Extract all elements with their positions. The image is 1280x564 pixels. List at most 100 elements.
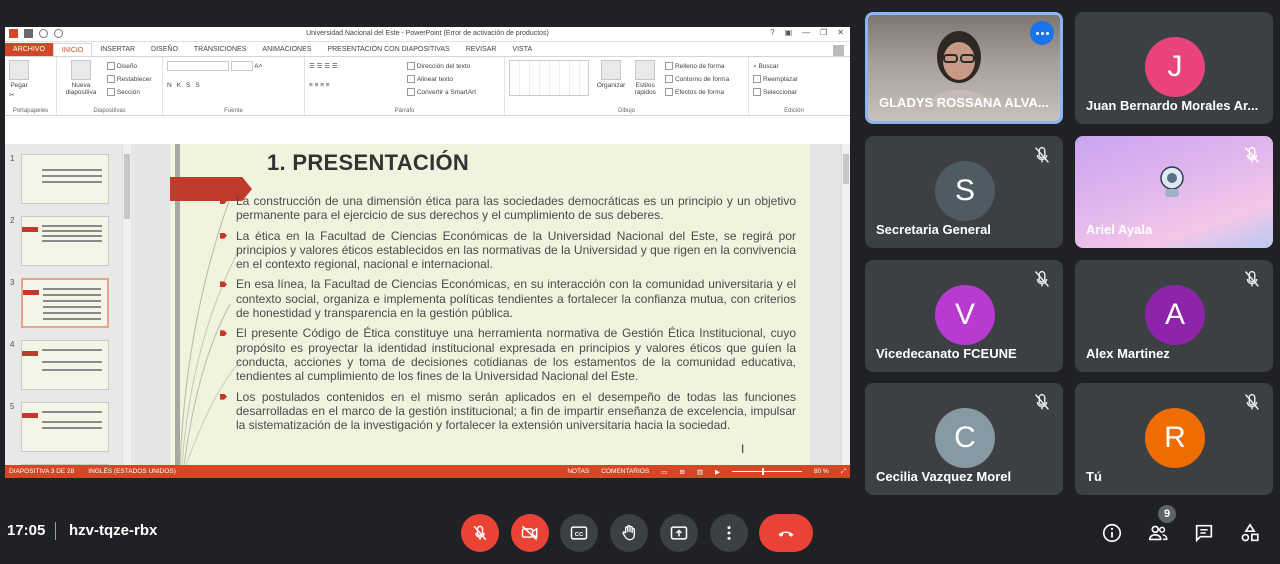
- tab-archivo[interactable]: ARCHIVO: [5, 43, 53, 56]
- hand-icon: [622, 525, 635, 541]
- notes-button[interactable]: NOTAS: [567, 468, 589, 475]
- underline-icon[interactable]: S: [186, 82, 195, 89]
- drawing-group-label: Dibujo: [617, 108, 635, 114]
- paste-label: Pegar: [10, 82, 28, 89]
- raise-hand-button[interactable]: [610, 514, 648, 552]
- participant-tile[interactable]: J Juan Bernardo Morales Ar...: [1075, 12, 1273, 124]
- shape-outline-button[interactable]: Contorno de forma: [664, 73, 730, 86]
- tab-transiciones[interactable]: TRANSICIONES: [186, 43, 255, 56]
- shape-outline-label: Contorno de forma: [674, 76, 730, 83]
- italic-icon[interactable]: K: [177, 82, 186, 89]
- shapes-gallery[interactable]: [509, 60, 589, 96]
- tab-vista[interactable]: VISTA: [504, 43, 540, 56]
- ribbon-display-icon[interactable]: ▣: [785, 28, 793, 37]
- leave-call-button[interactable]: [759, 514, 813, 552]
- participant-tile[interactable]: Ariel Ayala: [1075, 136, 1273, 248]
- select-button[interactable]: Seleccionar: [753, 86, 835, 99]
- text-direction-label: Dirección del texto: [416, 63, 471, 70]
- smartart-label: Convertir a SmartArt: [416, 89, 477, 96]
- slide-thumbnail[interactable]: [21, 154, 109, 204]
- mic-toggle-button[interactable]: [461, 514, 499, 552]
- layout-icon: [106, 62, 115, 71]
- svg-text:CC: CC: [575, 532, 584, 538]
- slide-thumbnail-selected[interactable]: [21, 278, 109, 328]
- thumbnails-scrollbar[interactable]: [122, 144, 131, 465]
- quick-styles-label: Estilos rápidos: [634, 82, 656, 96]
- layout-button[interactable]: Diseño: [106, 60, 152, 73]
- align-icons[interactable]: ≡ ≡ ≡ ≡: [309, 79, 405, 92]
- reset-label: Restablecer: [116, 76, 152, 83]
- slide-thumbnail[interactable]: [21, 216, 109, 266]
- comments-button[interactable]: COMENTARIOS: [601, 468, 649, 475]
- more-options-button[interactable]: [1030, 21, 1054, 45]
- shape-effects-label: Efectos de forma: [674, 89, 725, 96]
- participant-name: Tú: [1086, 469, 1102, 484]
- shape-effects-button[interactable]: Efectos de forma: [664, 86, 729, 99]
- participant-avatar: S: [935, 161, 995, 221]
- paste-button[interactable]: Pegar: [9, 60, 29, 89]
- font-size-select[interactable]: [230, 61, 253, 72]
- help-button[interactable]: ?: [770, 28, 774, 37]
- chat-button[interactable]: [1191, 520, 1217, 546]
- tab-diseno[interactable]: DISEÑO: [143, 43, 186, 56]
- participant-avatar: R: [1145, 408, 1205, 468]
- font-name-select[interactable]: [167, 61, 229, 72]
- cut-icon[interactable]: ✂: [9, 89, 52, 102]
- zoom-slider[interactable]: [731, 468, 802, 475]
- slide-thumbnail[interactable]: [21, 402, 109, 452]
- smartart-button[interactable]: Convertir a SmartArt: [406, 86, 477, 99]
- sorter-view-icon[interactable]: ⊞: [679, 468, 684, 476]
- tab-revisar[interactable]: REVISAR: [458, 43, 505, 56]
- arrange-label: Organizar: [596, 82, 626, 89]
- tab-animaciones[interactable]: ANIMACIONES: [254, 43, 319, 56]
- tab-inicio[interactable]: INICIO: [52, 43, 93, 56]
- meeting-details-button[interactable]: [1099, 520, 1125, 546]
- bold-icon[interactable]: N: [167, 82, 177, 89]
- slideshow-icon[interactable]: ▶: [715, 468, 720, 476]
- section-button[interactable]: Sección: [106, 86, 152, 99]
- fit-slide-icon[interactable]: ⤢: [841, 468, 846, 476]
- captions-button[interactable]: CC: [560, 514, 598, 552]
- zoom-level[interactable]: 80 %: [814, 468, 829, 475]
- account-avatar[interactable]: [833, 45, 844, 56]
- arrange-button[interactable]: Organizar: [596, 60, 626, 89]
- tab-insertar[interactable]: INSERTAR: [92, 43, 143, 56]
- tab-presentacion[interactable]: PRESENTACIÓN CON DIAPOSITIVAS: [319, 43, 457, 56]
- find-button[interactable]: ⌕ Buscar: [753, 60, 835, 73]
- camera-toggle-button[interactable]: [511, 514, 549, 552]
- grow-font-icon[interactable]: A˄: [254, 63, 262, 70]
- activities-button[interactable]: [1237, 520, 1263, 546]
- people-button[interactable]: [1145, 520, 1171, 546]
- participant-tile-self[interactable]: R Tú: [1075, 383, 1273, 495]
- new-slide-button[interactable]: Nueva diapositiva: [61, 60, 101, 96]
- text-direction-button[interactable]: Dirección del texto: [406, 60, 476, 73]
- quick-styles-button[interactable]: Estilos rápidos: [631, 60, 659, 96]
- restore-icon[interactable]: ❐: [820, 28, 827, 37]
- more-options-menu-button[interactable]: [710, 514, 748, 552]
- slide-canvas[interactable]: 1. PRESENTACIÓN La construcción de una d…: [170, 144, 810, 465]
- language-indicator[interactable]: INGLÉS (ESTADOS UNIDOS): [88, 468, 176, 475]
- participant-tile[interactable]: S Secretaria General: [865, 136, 1063, 248]
- minimize-icon[interactable]: —: [802, 28, 810, 37]
- bullet-item: La construcción de una dimensión ética p…: [220, 194, 796, 223]
- slide-scrollbar[interactable]: [841, 144, 850, 465]
- group-clipboard: Pegar ✂ Portapapeles: [5, 57, 57, 115]
- reading-view-icon[interactable]: ▤: [697, 468, 703, 476]
- meeting-code[interactable]: hzv-tqze-rbx: [69, 522, 157, 539]
- participant-tile[interactable]: V Vicedecanato FCEUNE: [865, 260, 1063, 372]
- participant-name: Juan Bernardo Morales Ar...: [1086, 98, 1259, 113]
- replace-button[interactable]: Reemplazar: [753, 73, 835, 86]
- shape-fill-button[interactable]: Relleno de forma: [664, 60, 729, 73]
- slide-thumbnail[interactable]: [21, 340, 109, 390]
- more-vert-icon: [727, 526, 731, 540]
- present-screen-button[interactable]: [660, 514, 698, 552]
- reset-button[interactable]: Restablecer: [106, 73, 152, 86]
- normal-view-icon[interactable]: ▭: [661, 468, 667, 476]
- align-text-button[interactable]: Alinear texto: [406, 73, 476, 86]
- participant-tile[interactable]: A Alex Martinez: [1075, 260, 1273, 372]
- strikethrough-icon[interactable]: S: [195, 82, 204, 89]
- close-icon[interactable]: ✕: [837, 28, 844, 37]
- participant-tile[interactable]: C Cecilia Vazquez Morel: [865, 383, 1063, 495]
- participant-tile-speaking[interactable]: GLADYS ROSSANA ALVA...: [865, 12, 1063, 124]
- bullets-icon[interactable]: ☰ ☰ ☰ ☰: [309, 60, 405, 73]
